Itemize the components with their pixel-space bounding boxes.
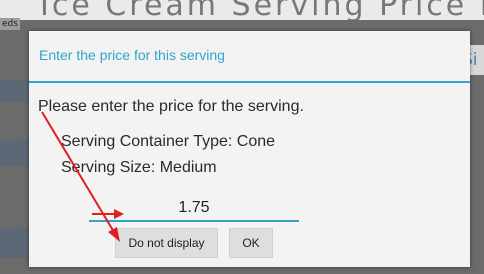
background-list-row — [0, 80, 30, 102]
price-dialog: Enter the price for this serving Please … — [29, 31, 470, 267]
price-input[interactable] — [89, 196, 299, 222]
ok-button[interactable]: OK — [229, 228, 273, 258]
serving-size-text: Serving Size: Medium — [61, 159, 217, 176]
background-list-row — [0, 228, 30, 258]
background-list-row — [0, 140, 30, 166]
do-not-display-button[interactable]: Do not display — [115, 228, 218, 258]
background-app-header: Ice Cream Serving Price Editor — [0, 0, 484, 20]
title-divider — [29, 81, 470, 83]
dialog-title: Enter the price for this serving — [39, 47, 225, 63]
dialog-message: Please enter the price for the serving. — [38, 98, 304, 115]
background-header-text: Ice Cream Serving Price Editor — [40, 0, 484, 20]
background-side-label: eds — [0, 18, 20, 30]
container-type-text: Serving Container Type: Cone — [61, 133, 276, 150]
